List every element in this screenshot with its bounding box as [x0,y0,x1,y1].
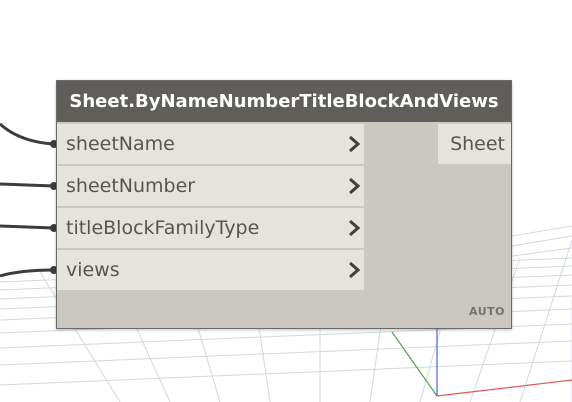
chevron-right-icon [349,135,361,153]
chevron-right-icon [349,177,361,195]
wire-sheetnumber [0,182,55,188]
wire-titleblock [0,224,55,230]
sheet-node[interactable]: Sheet.ByNameNumberTitleBlockAndViews she… [56,80,512,329]
port-label: titleBlockFamilyType [66,217,260,239]
input-port-sheetname[interactable]: sheetName [57,124,364,166]
output-label: Sheet [450,133,505,155]
output-port-sheet[interactable]: Sheet [438,124,511,164]
wire-views [0,268,55,278]
chevron-right-icon [349,219,361,237]
connector-wires [0,122,55,278]
port-label: views [66,259,120,281]
input-port-titleblockfamilytype[interactable]: titleBlockFamilyType [57,208,364,250]
node-title[interactable]: Sheet.ByNameNumberTitleBlockAndViews [57,81,511,122]
port-label: sheetNumber [66,175,196,197]
chevron-right-icon [349,261,361,279]
input-port-views[interactable]: views [57,250,364,292]
lacing-indicator: AUTO [469,305,505,318]
wire-sheetname [0,122,55,146]
input-port-sheetnumber[interactable]: sheetNumber [57,166,364,208]
port-label: sheetName [66,133,175,155]
